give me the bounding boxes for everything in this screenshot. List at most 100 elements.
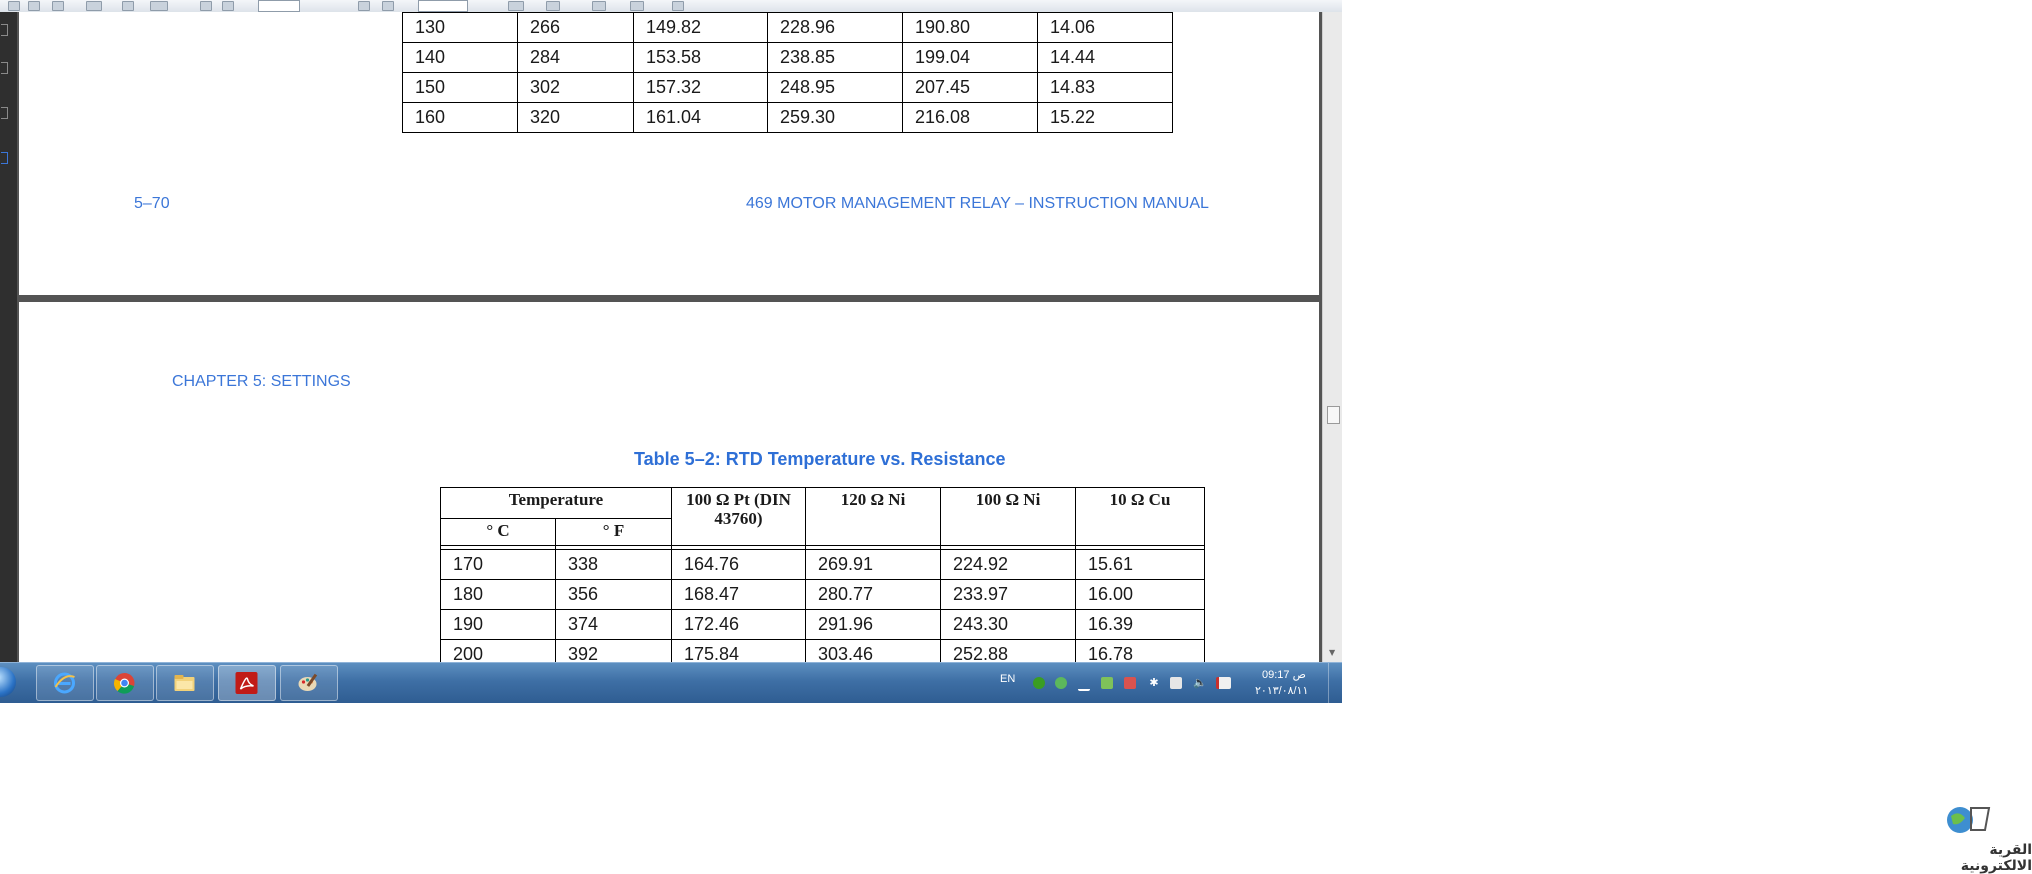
village-logo-icon xyxy=(1947,807,1991,833)
chapter-header: CHAPTER 5: SETTINGS xyxy=(172,373,351,390)
cell: 153.58 xyxy=(633,42,768,73)
cell: 170 xyxy=(440,549,556,580)
cell: 338 xyxy=(555,549,672,580)
header-celsius: ° C xyxy=(440,518,556,546)
attachments-panel-icon[interactable] xyxy=(1,107,8,119)
print-icon[interactable] xyxy=(52,1,64,11)
language-indicator[interactable]: EN xyxy=(1000,673,1015,685)
cell: 15.22 xyxy=(1037,102,1173,133)
cell: 356 xyxy=(555,579,672,610)
table-row: 150 302 157.32 248.95 207.45 14.83 xyxy=(402,72,1173,103)
cell: 190.80 xyxy=(902,12,1038,43)
cell: 175.84 xyxy=(671,639,806,662)
cell: 280.77 xyxy=(805,579,941,610)
cell: 164.76 xyxy=(671,549,806,580)
find-icon[interactable] xyxy=(122,1,134,11)
taskbar-chrome[interactable] xyxy=(96,665,154,701)
cell: 233.97 xyxy=(940,579,1076,610)
cell: 157.32 xyxy=(633,72,768,103)
bluetooth-icon[interactable]: ✱ xyxy=(1148,677,1160,689)
chrome-icon xyxy=(113,673,135,694)
taskbar-paint[interactable] xyxy=(280,665,338,701)
attach-icon[interactable] xyxy=(672,1,684,11)
cell: 374 xyxy=(555,609,672,640)
navigation-pane xyxy=(0,12,17,662)
cell: 259.30 xyxy=(767,102,903,133)
cell: 392 xyxy=(555,639,672,662)
clock-time[interactable]: ص 09:17 xyxy=(1262,668,1306,681)
cell: 248.95 xyxy=(767,72,903,103)
volume-icon[interactable]: 🔈 xyxy=(1193,677,1207,689)
footer-page-number: 5–70 xyxy=(134,195,170,212)
network-globe-tray-icon[interactable] xyxy=(1055,677,1067,689)
cell: 16.78 xyxy=(1075,639,1205,662)
action-center-flag-icon[interactable] xyxy=(1216,677,1231,689)
table-row: 180 356 168.47 280.77 233.97 16.00 xyxy=(440,579,1205,610)
scrollbar-thumb[interactable] xyxy=(1327,406,1340,424)
cell: 16.39 xyxy=(1075,609,1205,640)
header-fahrenheit: ° F xyxy=(555,518,672,546)
previous-page-icon[interactable] xyxy=(200,1,212,11)
cell: 14.44 xyxy=(1037,42,1173,73)
cell: 291.96 xyxy=(805,609,941,640)
cell: 140 xyxy=(402,42,518,73)
security-tray-icon[interactable] xyxy=(1124,677,1136,689)
paint-icon xyxy=(298,673,318,691)
battery-icon[interactable] xyxy=(1170,677,1182,689)
zoom-out-icon[interactable] xyxy=(358,1,370,11)
rtd-table-continued: 130 266 149.82 228.96 190.80 14.06 140 2… xyxy=(402,12,1173,133)
email-icon[interactable] xyxy=(86,1,102,11)
cell: 243.30 xyxy=(940,609,1076,640)
start-button[interactable] xyxy=(0,667,16,697)
cell: 161.04 xyxy=(633,102,768,133)
table-row: 140 284 153.58 238.85 199.04 14.44 xyxy=(402,42,1173,73)
cell: 269.91 xyxy=(805,549,941,580)
cell: 14.06 xyxy=(1037,12,1173,43)
page-number-input[interactable] xyxy=(258,0,300,12)
cell: 16.00 xyxy=(1075,579,1205,610)
cell: 228.96 xyxy=(767,12,903,43)
signatures-panel-icon[interactable] xyxy=(1,152,8,164)
cell: 172.46 xyxy=(671,609,806,640)
pages-panel-icon[interactable] xyxy=(1,24,8,36)
footer-manual-title: 469 MOTOR MANAGEMENT RELAY – INSTRUCTION… xyxy=(746,195,1209,212)
clock-date[interactable]: ٢٠١٣/٠٨/١١ xyxy=(1255,684,1308,697)
taskbar-adobe-reader[interactable] xyxy=(218,665,276,701)
table-caption: Table 5–2: RTD Temperature vs. Resistanc… xyxy=(634,449,1006,469)
cell: 14.83 xyxy=(1037,72,1173,103)
zoom-level-input[interactable] xyxy=(418,0,468,12)
header-ni100: 100 Ω Ni xyxy=(940,487,1076,546)
cell: 149.82 xyxy=(633,12,768,43)
fit-width-icon[interactable] xyxy=(546,1,560,11)
show-desktop-button[interactable] xyxy=(1328,663,1343,703)
save-icon[interactable] xyxy=(28,1,40,11)
update-tray-icon[interactable] xyxy=(1101,677,1113,689)
table-row: 190 374 172.46 291.96 243.30 16.39 xyxy=(440,609,1205,640)
adobe-reader-icon xyxy=(235,672,258,694)
cell: 180 xyxy=(440,579,556,610)
vertical-scrollbar[interactable]: ▼ xyxy=(1322,12,1342,662)
open-icon[interactable] xyxy=(8,1,20,11)
highlight-icon[interactable] xyxy=(630,1,644,11)
comment-icon[interactable] xyxy=(150,1,168,11)
bookmarks-panel-icon[interactable] xyxy=(1,62,8,74)
cell: 302 xyxy=(517,72,634,103)
sign-icon[interactable] xyxy=(592,1,606,11)
cell: 320 xyxy=(517,102,634,133)
fit-page-icon[interactable] xyxy=(508,1,524,11)
zoom-in-icon[interactable] xyxy=(382,1,394,11)
header-ni120: 120 Ω Ni xyxy=(805,487,941,546)
scroll-down-arrow-icon[interactable]: ▼ xyxy=(1329,648,1335,657)
info-tray-icon[interactable] xyxy=(1033,677,1045,689)
taskbar-internet-explorer[interactable] xyxy=(36,665,94,701)
cell: 224.92 xyxy=(940,549,1076,580)
table-row: 170 338 164.76 269.91 224.92 15.61 xyxy=(440,549,1205,580)
signal-bars-icon[interactable] xyxy=(1078,677,1090,691)
table-row: 160 320 161.04 259.30 216.08 15.22 xyxy=(402,102,1173,133)
cell: 150 xyxy=(402,72,518,103)
rtd-temperature-table: Temperature 100 Ω Pt (DIN 43760) 120 Ω N… xyxy=(440,487,1205,662)
watermark-text: القرية الالكترونية xyxy=(1960,842,2032,874)
cell: 200 xyxy=(440,639,556,662)
taskbar-file-explorer[interactable] xyxy=(156,665,214,701)
next-page-icon[interactable] xyxy=(222,1,234,11)
